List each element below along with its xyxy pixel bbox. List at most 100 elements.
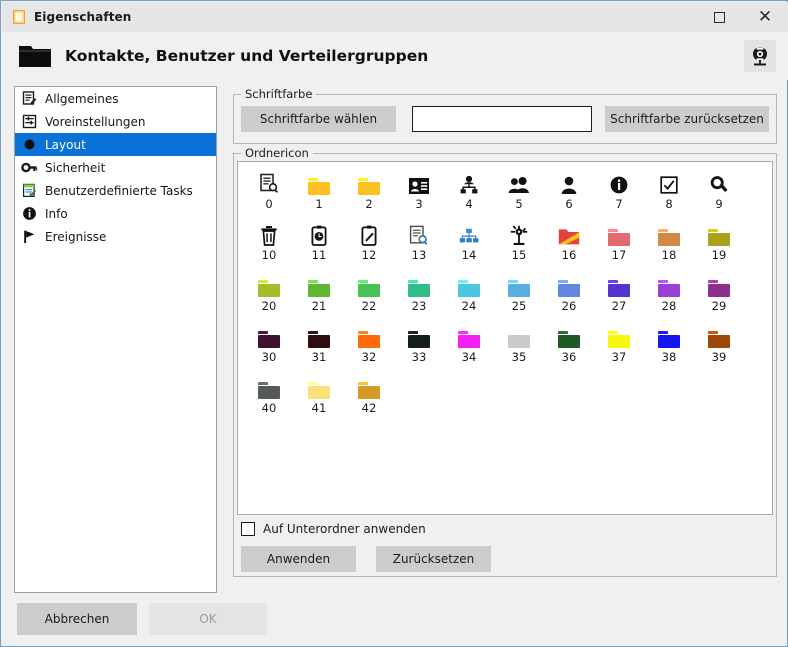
folder-icon-index: 15 (511, 248, 527, 262)
folder-icon-option-17[interactable]: 17 (594, 219, 644, 270)
folder-icon-option-0[interactable]: 0 (244, 168, 294, 219)
reset-icon-button[interactable]: Zurücksetzen (376, 546, 491, 572)
folder-icon-option-7[interactable]: 7 (594, 168, 644, 219)
sidebar-item-voreinstellungen[interactable]: Voreinstellungen (15, 110, 216, 133)
font-color-group-label: Schriftfarbe (241, 87, 317, 101)
document-preview-icon (406, 222, 432, 246)
folder-icon-option-10[interactable]: 10 (244, 219, 294, 270)
folder-icon-index: 26 (561, 299, 577, 313)
folder-icon-option-36[interactable]: 36 (544, 321, 594, 372)
folder-icon-option-5[interactable]: 5 (494, 168, 544, 219)
reset-font-color-button[interactable]: Schriftfarbe zurücksetzen (605, 106, 769, 132)
folder-icon-option-23[interactable]: 23 (394, 270, 444, 321)
folder-icon-index: 33 (411, 350, 427, 364)
folder-icon-option-4[interactable]: 4 (444, 168, 494, 219)
apply-subfolders-checkbox[interactable] (241, 522, 255, 536)
folder-icon (706, 222, 732, 246)
folder-icon-option-32[interactable]: 32 (344, 321, 394, 372)
folder-icon-option-28[interactable]: 28 (644, 270, 694, 321)
folder-icon-picker[interactable]: 0 1 2 3 4 5 6 7 8 9 10 11 12 13 14 15 16 17 18 19 20 21 22 23 24… (237, 161, 773, 515)
folder-open-orange-icon (556, 222, 582, 246)
folder-icon-option-33[interactable]: 33 (394, 321, 444, 372)
folder-icon-option-38[interactable]: 38 (644, 321, 694, 372)
folder-icon (706, 273, 732, 297)
sidebar-item-sicherheit[interactable]: Sicherheit (15, 156, 216, 179)
folder-icon-option-34[interactable]: 34 (444, 321, 494, 372)
folder-icon-option-16[interactable]: 16 (544, 219, 594, 270)
maximize-button[interactable] (696, 2, 742, 32)
folder-icon-option-21[interactable]: 21 (294, 270, 344, 321)
settings-category-list[interactable]: Allgemeines Voreinstellungen Layout Sicherh… (14, 86, 217, 593)
folder-icon-index: 38 (661, 350, 677, 364)
folder-icon-option-31[interactable]: 31 (294, 321, 344, 372)
folder-icon-option-6[interactable]: 6 (544, 168, 594, 219)
pick-font-color-button[interactable]: Schriftfarbe wählen (241, 106, 396, 132)
folder-icon-index: 3 (415, 197, 423, 211)
folder-icon-option-37[interactable]: 37 (594, 321, 644, 372)
help-compass-icon (749, 45, 771, 67)
apply-button[interactable]: Anwenden (241, 546, 356, 572)
folder-icon (306, 375, 332, 399)
window-title: Eigenschaften (34, 10, 132, 24)
folder-icon-option-1[interactable]: 1 (294, 168, 344, 219)
folder-icon-option-3[interactable]: 3 (394, 168, 444, 219)
folder-icon-option-42[interactable]: 42 (344, 372, 394, 423)
folder-icon-option-8[interactable]: 8 (644, 168, 694, 219)
folder-icon-index: 16 (561, 248, 577, 262)
folder-icon-option-40[interactable]: 40 (244, 372, 294, 423)
ok-button[interactable]: OK (149, 603, 267, 635)
folder-icon-index: 19 (711, 248, 727, 262)
folder-icon-index: 17 (611, 248, 627, 262)
folder-icon-option-13[interactable]: 13 (394, 219, 444, 270)
folder-icon (256, 375, 282, 399)
folder-icon-index: 18 (661, 248, 677, 262)
folder-icon-option-25[interactable]: 25 (494, 270, 544, 321)
folder-icon-option-39[interactable]: 39 (694, 321, 744, 372)
folder-icon-option-12[interactable]: 12 (344, 219, 394, 270)
folder-icon-option-27[interactable]: 27 (594, 270, 644, 321)
folder-icon-option-18[interactable]: 18 (644, 219, 694, 270)
folder-icon (356, 324, 382, 348)
cancel-button[interactable]: Abbrechen (17, 603, 137, 635)
folder-icon-index: 10 (261, 248, 277, 262)
folder-icon-option-29[interactable]: 29 (694, 270, 744, 321)
folder-icon-option-41[interactable]: 41 (294, 372, 344, 423)
sliders-icon (21, 113, 38, 130)
sidebar-item-allgemeines[interactable]: Allgemeines (15, 87, 216, 110)
sidebar-item-label: Ereignisse (45, 229, 107, 244)
folder-icon-option-26[interactable]: 26 (544, 270, 594, 321)
sidebar-item-info[interactable]: Info (15, 202, 216, 225)
apply-subfolders-row[interactable]: Auf Unterordner anwenden (241, 522, 426, 536)
folder-icon-option-11[interactable]: 11 (294, 219, 344, 270)
close-button[interactable]: ✕ (742, 2, 788, 32)
folder-icon-option-20[interactable]: 20 (244, 270, 294, 321)
folder-icon (506, 324, 532, 348)
page-title: Kontakte, Benutzer und Verteilergruppen (65, 47, 429, 65)
help-button[interactable] (744, 40, 776, 72)
folder-icon-index: 1 (315, 197, 323, 211)
folder-icon-index: 13 (411, 248, 427, 262)
sidebar-item-benutzerdefinierte-tasks[interactable]: Benutzerdefinierte Tasks (15, 179, 216, 202)
folder-icon-option-22[interactable]: 22 (344, 270, 394, 321)
sidebar-item-label: Sicherheit (45, 160, 106, 175)
folder-icon-option-15[interactable]: 15 (494, 219, 544, 270)
folder-icon-option-9[interactable]: 9 (694, 168, 744, 219)
font-color-preview[interactable] (412, 106, 592, 132)
folder-icon-index: 25 (511, 299, 527, 313)
apply-subfolders-label: Auf Unterordner anwenden (263, 522, 426, 536)
folder-icon-index: 6 (565, 197, 573, 211)
folder-icon-index: 34 (461, 350, 477, 364)
folder-icon-option-2[interactable]: 2 (344, 168, 394, 219)
folder-icon-option-30[interactable]: 30 (244, 321, 294, 372)
folder-icon (606, 222, 632, 246)
folder-icon-option-35[interactable]: 35 (494, 321, 544, 372)
sidebar-item-ereignisse[interactable]: Ereignisse (15, 225, 216, 248)
folder-icon (406, 273, 432, 297)
sidebar-item-layout[interactable]: Layout (15, 133, 216, 156)
circle-icon (21, 136, 38, 153)
clipboard-clock-icon (306, 222, 332, 246)
folder-icon (606, 324, 632, 348)
folder-icon-option-14[interactable]: 14 (444, 219, 494, 270)
folder-icon-option-24[interactable]: 24 (444, 270, 494, 321)
folder-icon-option-19[interactable]: 19 (694, 219, 744, 270)
